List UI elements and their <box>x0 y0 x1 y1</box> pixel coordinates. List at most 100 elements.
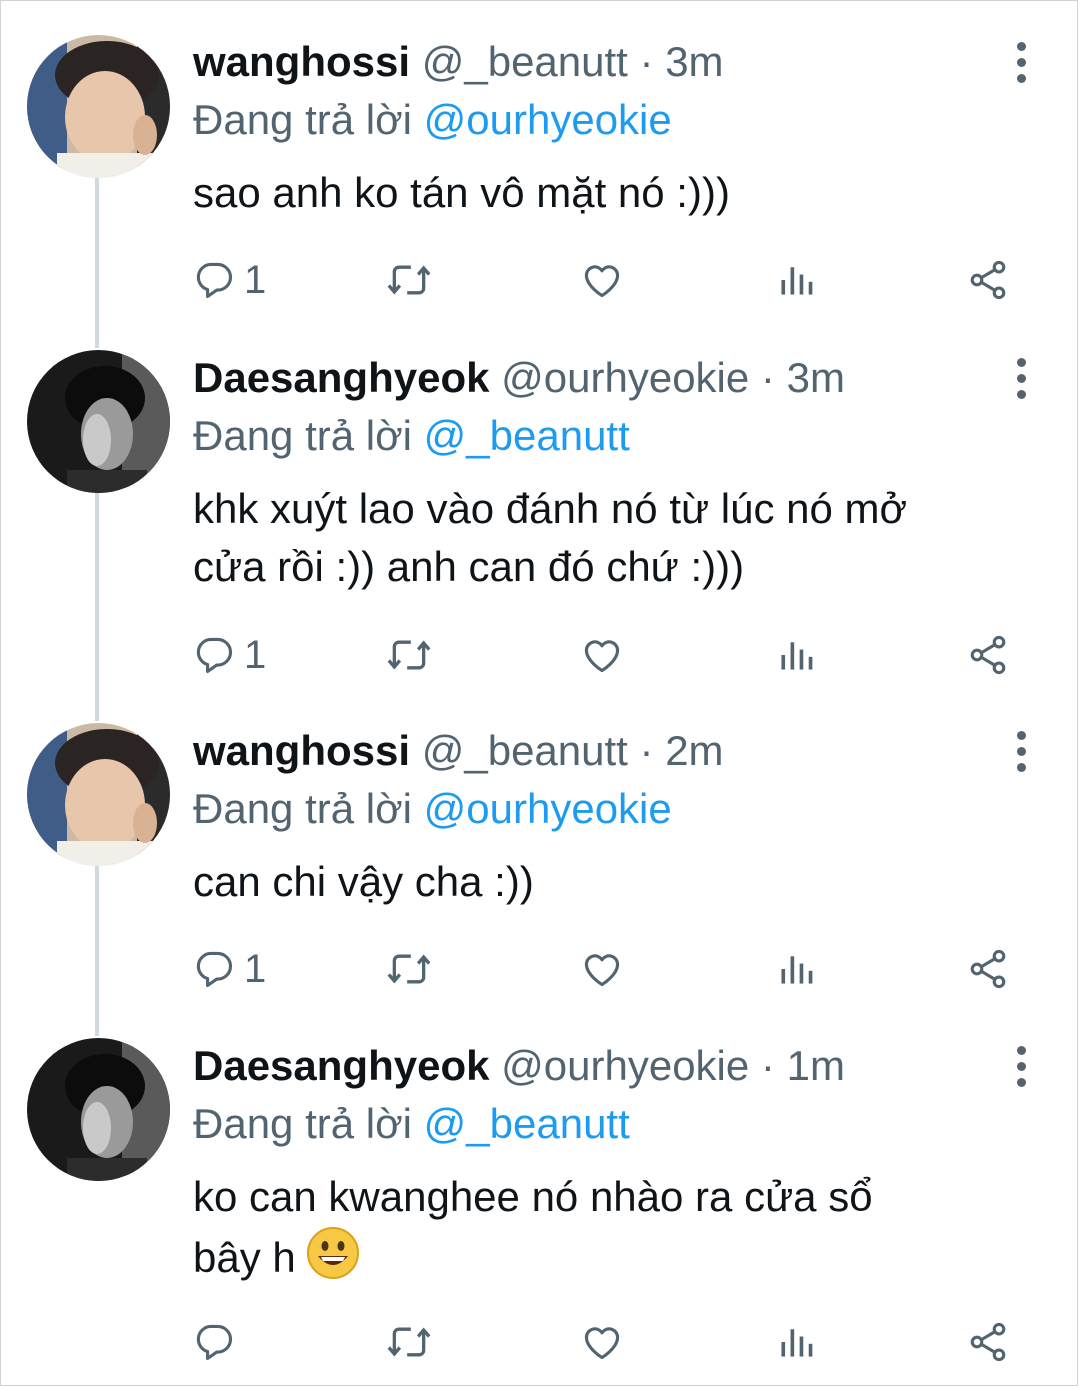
tweet-text-line: cửa rồi :)) anh can đó chứ :))) <box>193 543 745 590</box>
like-icon <box>580 633 624 677</box>
share-icon <box>966 947 1010 991</box>
avatar[interactable] <box>27 350 170 493</box>
display-name[interactable]: wanghossi <box>193 38 410 85</box>
share-button[interactable] <box>966 250 1010 310</box>
analytics-icon <box>776 1320 816 1364</box>
share-icon <box>966 1320 1010 1364</box>
tweet-text-line-with-emoji: bây h <box>193 1226 873 1295</box>
reply-count: 1 <box>244 947 267 991</box>
reply-count: 1 <box>244 258 267 302</box>
tweet-text-line: bây h <box>193 1234 296 1281</box>
tweet-actions: 1 <box>0 625 1080 685</box>
reply-prefix: Đang trả lời <box>193 96 412 143</box>
separator: · <box>760 354 775 401</box>
retweet-button[interactable] <box>384 1312 434 1372</box>
more-options-icon[interactable] <box>1003 348 1039 408</box>
analytics-button[interactable] <box>776 939 816 999</box>
like-button[interactable] <box>580 625 624 685</box>
tweet-text: sao anh ko tán vô mặt nó :))) <box>193 164 730 222</box>
like-button[interactable] <box>580 1312 624 1372</box>
share-button[interactable] <box>966 1312 1010 1372</box>
display-name[interactable]: Daesanghyeok <box>193 354 489 401</box>
reply-button[interactable]: 1 <box>192 939 266 999</box>
share-icon <box>966 258 1010 302</box>
display-name[interactable]: Daesanghyeok <box>193 1042 489 1089</box>
share-button[interactable] <box>966 939 1010 999</box>
retweet-icon <box>384 1320 434 1364</box>
analytics-icon <box>776 633 816 677</box>
tweet-text-line: khk xuýt lao vào đánh nó từ lúc nó mở <box>193 485 908 532</box>
share-icon <box>966 633 1010 677</box>
analytics-icon <box>776 258 816 302</box>
timestamp[interactable]: 1m <box>787 1042 845 1089</box>
reply-mention[interactable]: @_beanutt <box>424 1100 630 1147</box>
tweet-text: khk xuýt lao vào đánh nó từ lúc nó mở cử… <box>193 480 907 596</box>
tweet[interactable]: Daesanghyeok @ourhyeokie · 1m Đang trả l… <box>0 1036 1080 1386</box>
user-handle[interactable]: @ourhyeokie <box>501 354 749 401</box>
timestamp[interactable]: 3m <box>787 354 845 401</box>
tweet-header: Daesanghyeok @ourhyeokie · 1m <box>193 1036 845 1096</box>
tweet-header: Daesanghyeok @ourhyeokie · 3m <box>193 348 845 408</box>
reply-icon <box>192 633 236 677</box>
user-handle[interactable]: @_beanutt <box>422 38 628 85</box>
reply-count: 1 <box>244 633 267 677</box>
share-button[interactable] <box>966 625 1010 685</box>
reply-prefix: Đang trả lời <box>193 1100 412 1147</box>
tweet-header: wanghossi @_beanutt · 2m <box>193 721 724 781</box>
grinning-face-icon <box>306 1226 360 1295</box>
display-name[interactable]: wanghossi <box>193 727 410 774</box>
reply-button[interactable] <box>192 1312 244 1372</box>
reply-icon <box>192 1320 236 1364</box>
avatar[interactable] <box>27 1038 170 1181</box>
reply-mention[interactable]: @ourhyeokie <box>424 96 672 143</box>
tweet-text: ko can kwanghee nó nhào ra cửa sổ bây h <box>193 1168 873 1295</box>
reply-prefix: Đang trả lời <box>193 785 412 832</box>
retweet-button[interactable] <box>384 250 434 310</box>
user-handle[interactable]: @ourhyeokie <box>501 1042 749 1089</box>
tweet-text-line: sao anh ko tán vô mặt nó :))) <box>193 169 730 216</box>
timestamp[interactable]: 3m <box>665 38 723 85</box>
tweet-header: wanghossi @_beanutt · 3m <box>193 32 724 92</box>
tweet-actions: 1 <box>0 250 1080 310</box>
tweet[interactable]: Daesanghyeok @ourhyeokie · 3m Đang trả l… <box>0 348 1080 718</box>
timestamp[interactable]: 2m <box>665 727 723 774</box>
tweet[interactable]: wanghossi @_beanutt · 3m Đang trả lời @o… <box>0 32 1080 332</box>
reply-icon <box>192 947 236 991</box>
like-button[interactable] <box>580 939 624 999</box>
like-icon <box>580 1320 624 1364</box>
like-button[interactable] <box>580 250 624 310</box>
reply-context: Đang trả lời @ourhyeokie <box>193 779 672 839</box>
reply-button[interactable]: 1 <box>192 250 266 310</box>
analytics-button[interactable] <box>776 1312 816 1372</box>
retweet-icon <box>384 633 434 677</box>
retweet-button[interactable] <box>384 625 434 685</box>
reply-mention[interactable]: @ourhyeokie <box>424 785 672 832</box>
more-options-icon[interactable] <box>1003 32 1039 92</box>
tweet[interactable]: wanghossi @_beanutt · 2m Đang trả lời @o… <box>0 721 1080 1021</box>
avatar[interactable] <box>27 723 170 866</box>
analytics-icon <box>776 947 816 991</box>
reply-context: Đang trả lời @_beanutt <box>193 1094 630 1154</box>
tweet-text-line: can chi vậy cha :)) <box>193 858 534 905</box>
user-handle[interactable]: @_beanutt <box>422 727 628 774</box>
reply-button[interactable]: 1 <box>192 625 266 685</box>
separator: · <box>760 1042 775 1089</box>
more-options-icon[interactable] <box>1003 721 1039 781</box>
tweet-text: can chi vậy cha :)) <box>193 853 534 911</box>
reply-context: Đang trả lời @ourhyeokie <box>193 90 672 150</box>
like-icon <box>580 258 624 302</box>
more-options-icon[interactable] <box>1003 1036 1039 1096</box>
tweet-actions <box>0 1312 1080 1372</box>
avatar[interactable] <box>27 35 170 178</box>
analytics-button[interactable] <box>776 625 816 685</box>
retweet-icon <box>384 947 434 991</box>
reply-prefix: Đang trả lời <box>193 412 412 459</box>
separator: · <box>639 727 654 774</box>
analytics-button[interactable] <box>776 250 816 310</box>
retweet-button[interactable] <box>384 939 434 999</box>
tweet-actions: 1 <box>0 939 1080 999</box>
reply-context: Đang trả lời @_beanutt <box>193 406 630 466</box>
like-icon <box>580 947 624 991</box>
tweet-text-line: ko can kwanghee nó nhào ra cửa sổ <box>193 1173 873 1220</box>
reply-mention[interactable]: @_beanutt <box>424 412 630 459</box>
